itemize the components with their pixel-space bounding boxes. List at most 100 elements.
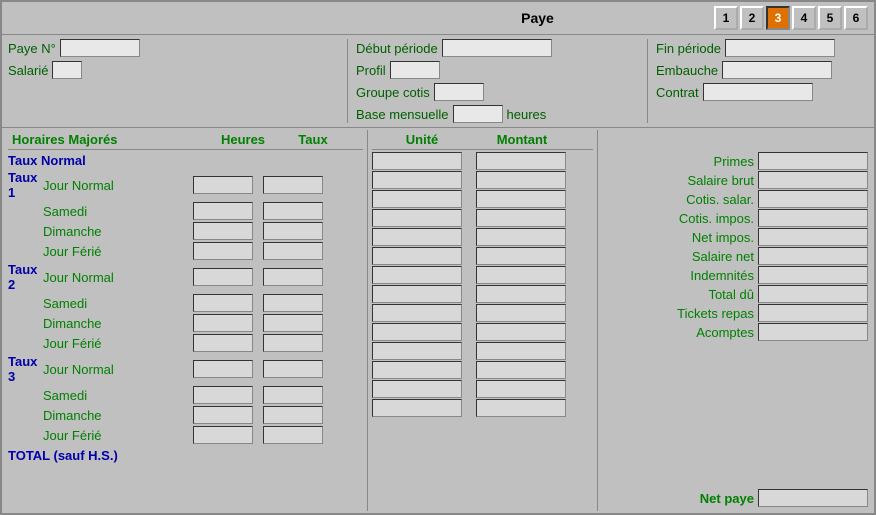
salarie-input[interactable] [52,61,82,79]
mid-montant-13[interactable] [476,399,566,417]
taux3-row1-taux[interactable] [263,386,323,404]
profil-input[interactable] [390,61,440,79]
mid-montant-3[interactable] [476,209,566,227]
paye-n-input[interactable] [60,39,140,57]
mid-unite-3[interactable] [372,209,462,227]
taux1-row3-taux[interactable] [263,242,323,260]
taux1-row0-taux[interactable] [263,176,323,194]
fin-periode-input[interactable] [725,39,835,57]
col-montant: Montant [472,132,572,147]
net-paye-row: Net paye [602,489,868,507]
embauche-input[interactable] [722,61,832,79]
main-window: Paye 1 2 3 4 5 6 Paye N° Salarié Début p… [0,0,876,515]
tickets-repas-input[interactable] [758,304,868,322]
mid-montant-6[interactable] [476,266,566,284]
mid-unite-4[interactable] [372,228,462,246]
taux1-row1-heures[interactable] [193,202,253,220]
taux3-ferie: Jour Férié [8,425,363,445]
total-du-input[interactable] [758,285,868,303]
acomptes-row: Acomptes [602,323,868,341]
cotis-impos-input[interactable] [758,209,868,227]
net-impos-input[interactable] [758,228,868,246]
mid-unite-11[interactable] [372,361,462,379]
mid-montant-10[interactable] [476,342,566,360]
salaire-net-input[interactable] [758,247,868,265]
salaire-net-label: Salaire net [692,249,754,264]
cotis-salar-row: Cotis. salar. [602,190,868,208]
tab-4[interactable]: 4 [792,6,816,30]
mid-unite-6[interactable] [372,266,462,284]
taux2-row0-heures[interactable] [193,268,253,286]
acomptes-input[interactable] [758,323,868,341]
primes-input[interactable] [758,152,868,170]
contrat-label: Contrat [656,85,699,100]
taux2-row3-taux[interactable] [263,334,323,352]
taux2-row1-heures[interactable] [193,294,253,312]
mid-montant-11[interactable] [476,361,566,379]
taux3-row3-heures[interactable] [193,426,253,444]
taux2-row3-label: Jour Férié [43,336,193,351]
mid-montant-0[interactable] [476,152,566,170]
taux3-row1-heures[interactable] [193,386,253,404]
taux3-row0-taux[interactable] [263,360,323,378]
tab-3[interactable]: 3 [766,6,790,30]
taux2-row2-heures[interactable] [193,314,253,332]
mid-unite-7[interactable] [372,285,462,303]
taux3-row3-taux[interactable] [263,426,323,444]
net-impos-label: Net impos. [692,230,754,245]
debut-periode-input[interactable] [442,39,552,57]
taux3-row0-heures[interactable] [193,360,253,378]
cotis-salar-input[interactable] [758,190,868,208]
mid-unite-10[interactable] [372,342,462,360]
taux1-row2-heures[interactable] [193,222,253,240]
net-paye-input[interactable] [758,489,868,507]
tab-1[interactable]: 1 [714,6,738,30]
taux3-row2-taux[interactable] [263,406,323,424]
taux2-row2-taux[interactable] [263,314,323,332]
taux1-row1-taux[interactable] [263,202,323,220]
taux2-row0-label: Jour Normal [43,270,193,285]
mid-montant-4[interactable] [476,228,566,246]
taux2-row1-taux[interactable] [263,294,323,312]
indemnites-input[interactable] [758,266,868,284]
taux3-row2-heures[interactable] [193,406,253,424]
embauche-row: Embauche [656,61,868,79]
mid-montant-5[interactable] [476,247,566,265]
mid-unite-0[interactable] [372,152,462,170]
taux2-row3-heures[interactable] [193,334,253,352]
taux-normal-label: Taux Normal [8,152,363,169]
mid-unite-2[interactable] [372,190,462,208]
taux2-row0-taux[interactable] [263,268,323,286]
mid-montant-1[interactable] [476,171,566,189]
paye-n-row: Paye N° [8,39,339,57]
taux1-row3-label: Jour Férié [43,244,193,259]
mid-montant-2[interactable] [476,190,566,208]
taux1-row3-heures[interactable] [193,242,253,260]
contrat-input[interactable] [703,83,813,101]
mid-unite-12[interactable] [372,380,462,398]
taux1-row0-heures[interactable] [193,176,253,194]
taux2-ferie: Jour Férié [8,333,363,353]
total-du-label: Total dû [708,287,754,302]
tab-6[interactable]: 6 [844,6,868,30]
mid-unite-8[interactable] [372,304,462,322]
tab-5[interactable]: 5 [818,6,842,30]
mid-montant-8[interactable] [476,304,566,322]
cotis-impos-label: Cotis. impos. [679,211,754,226]
indemnites-label: Indemnités [690,268,754,283]
mid-montant-7[interactable] [476,285,566,303]
salaire-brut-input[interactable] [758,171,868,189]
groupe-cotis-input[interactable] [434,83,484,101]
mid-montant-9[interactable] [476,323,566,341]
taux2-row2-label: Dimanche [43,316,193,331]
mid-montant-12[interactable] [476,380,566,398]
mid-header: Unité Montant [372,130,593,150]
mid-unite-1[interactable] [372,171,462,189]
mid-unite-13[interactable] [372,399,462,417]
mid-unite-5[interactable] [372,247,462,265]
tab-2[interactable]: 2 [740,6,764,30]
mid-unite-9[interactable] [372,323,462,341]
base-mensuelle-input[interactable] [453,105,503,123]
taux3-row1-label: Samedi [43,388,193,403]
taux1-row2-taux[interactable] [263,222,323,240]
